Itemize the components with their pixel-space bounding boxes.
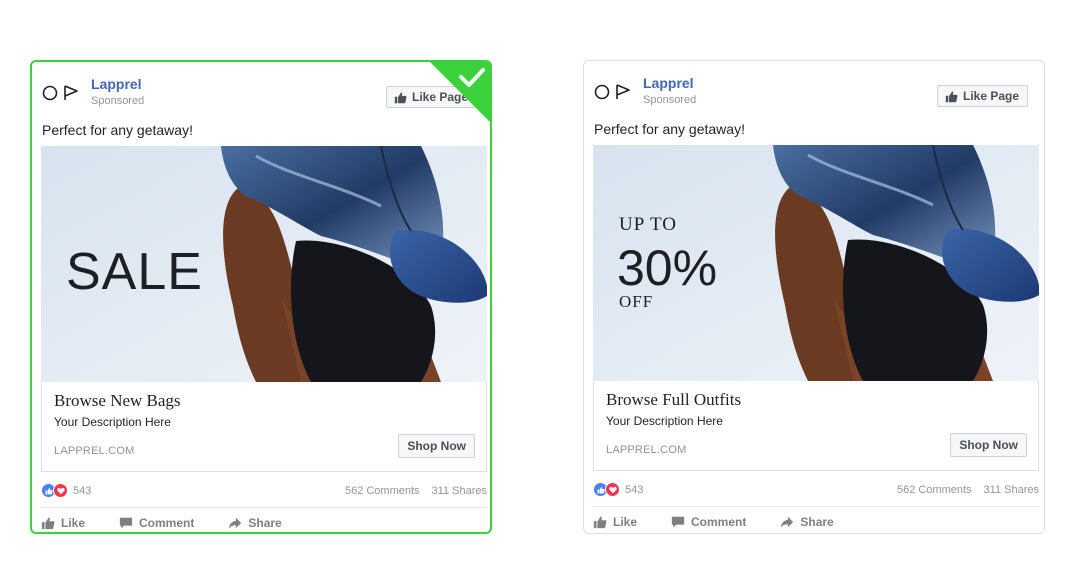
engagement-stats: 543 562 Comments 311 Shares — [593, 481, 1039, 501]
comment-action-button[interactable]: Comment — [671, 513, 746, 531]
share-icon — [780, 515, 794, 529]
divider — [41, 507, 487, 508]
share-label: Share — [800, 515, 834, 529]
like-label: Like — [61, 516, 86, 530]
reactions[interactable]: 543 — [41, 483, 91, 498]
page-name-link[interactable]: Lapprel — [643, 75, 694, 91]
comment-label: Comment — [691, 515, 747, 529]
sponsored-label: Sponsored — [643, 94, 697, 106]
ad-description: Your Description Here — [54, 415, 171, 429]
ad-headline: Browse Full Outfits — [606, 390, 742, 409]
creative-headline: SALE — [66, 243, 203, 301]
comments-count[interactable]: 562 Comments — [345, 485, 420, 497]
like-page-button[interactable]: Like Page — [937, 85, 1029, 107]
ad-preview-card-1[interactable]: Lapprel Sponsored Like Page Perfect for … — [30, 60, 492, 534]
like-label: Like — [613, 515, 638, 529]
ad-preview-card-2[interactable]: Lapprel Sponsored Like Page Perfect for … — [583, 60, 1045, 534]
brand-logo — [594, 84, 630, 100]
post-text: Perfect for any getaway! — [594, 121, 745, 137]
ad-image[interactable]: SALE — [41, 146, 487, 382]
page-name-link[interactable]: Lapprel — [91, 76, 142, 92]
display-link: LAPPREL.COM — [606, 444, 687, 456]
ad-headline: Browse New Bags — [54, 391, 181, 410]
shares-count[interactable]: 311 Shares — [432, 485, 487, 497]
creative-off: OFF — [619, 292, 653, 311]
post-header: Lapprel Sponsored Like Page — [42, 76, 482, 116]
reaction-count: 543 — [73, 484, 92, 497]
share-label: Share — [248, 516, 282, 530]
share-icon — [228, 516, 242, 530]
action-bar: Like Comment Share — [41, 514, 487, 532]
creative-percent: 30% — [617, 240, 717, 296]
comment-label: Comment — [139, 516, 195, 530]
like-action-button[interactable]: Like — [593, 513, 637, 531]
shares-count[interactable]: 311 Shares — [984, 484, 1039, 496]
reactions[interactable]: 543 — [593, 482, 643, 497]
comments-count[interactable]: 562 Comments — [897, 484, 972, 496]
action-bar: Like Comment Share — [593, 513, 1039, 531]
shop-now-button[interactable]: Shop Now — [398, 434, 475, 458]
shop-now-button[interactable]: Shop Now — [950, 433, 1027, 457]
checkmark-icon — [430, 62, 490, 122]
engagement-stats: 543 562 Comments 311 Shares — [41, 482, 487, 502]
post-header: Lapprel Sponsored Like Page — [594, 75, 1034, 115]
divider — [593, 506, 1039, 507]
reaction-count: 543 — [625, 483, 644, 496]
comment-icon — [671, 515, 685, 529]
creative-up-to: UP TO — [619, 214, 677, 235]
love-reaction-icon — [605, 482, 620, 497]
love-reaction-icon — [53, 483, 68, 498]
post-text: Perfect for any getaway! — [42, 122, 193, 138]
sponsored-label: Sponsored — [91, 95, 145, 107]
thumbs-up-icon — [593, 515, 607, 529]
thumbs-up-icon — [394, 91, 407, 104]
like-action-button[interactable]: Like — [41, 514, 85, 532]
display-link: LAPPREL.COM — [54, 445, 135, 457]
share-action-button[interactable]: Share — [780, 513, 834, 531]
thumbs-up-icon — [41, 516, 55, 530]
comment-icon — [119, 516, 133, 530]
ad-image[interactable]: UP TO 30% OFF — [593, 145, 1039, 381]
thumbs-up-icon — [945, 90, 958, 103]
comment-action-button[interactable]: Comment — [119, 514, 194, 532]
brand-logo — [42, 85, 78, 101]
link-preview[interactable]: Browse Full Outfits Your Description Her… — [593, 381, 1039, 471]
ad-description: Your Description Here — [606, 414, 723, 428]
share-action-button[interactable]: Share — [228, 514, 282, 532]
like-page-label: Like Page — [963, 89, 1020, 103]
link-preview[interactable]: Browse New Bags Your Description Here LA… — [41, 382, 487, 472]
